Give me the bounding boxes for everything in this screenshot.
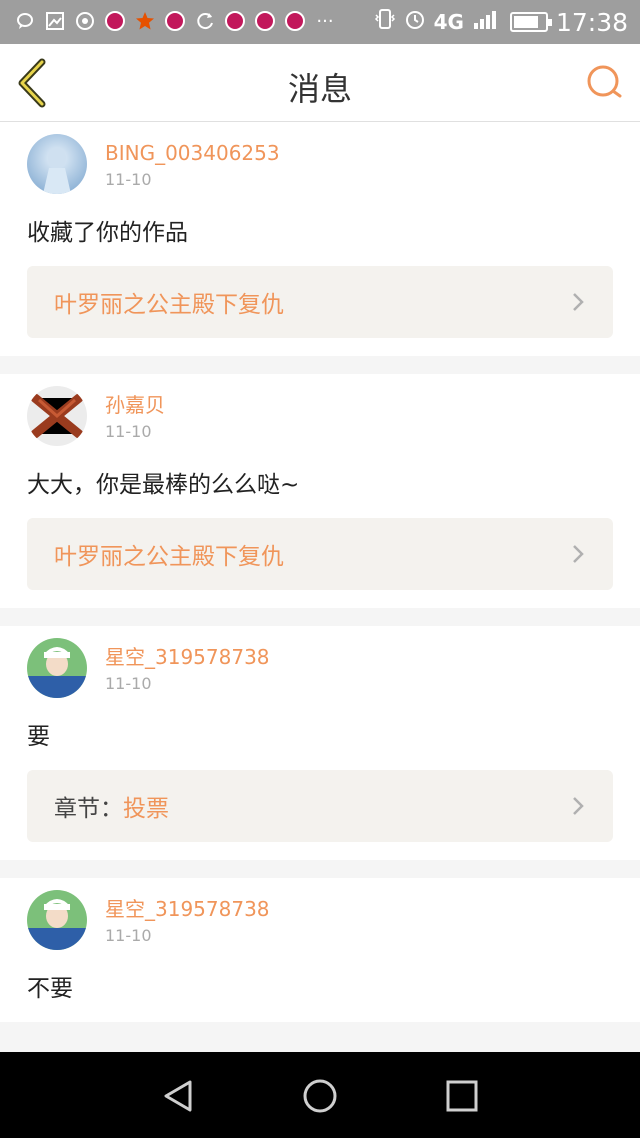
message-date: 11-10	[105, 422, 152, 441]
message-header: 星空_319578738 11-10	[27, 638, 613, 700]
app-badge-icon	[284, 10, 306, 32]
app-badge-icon	[164, 10, 186, 32]
message-text: 要	[27, 724, 50, 750]
link-label: 章节：	[54, 796, 123, 822]
app-badge-icon	[104, 10, 126, 32]
recents-square-icon[interactable]	[444, 1078, 480, 1114]
message-header: 孙嘉贝 11-10	[27, 386, 613, 448]
chevron-right-icon	[571, 795, 585, 817]
message-header: BING_003406253 11-10	[27, 134, 613, 196]
username[interactable]: 星空_319578738	[105, 896, 270, 922]
system-nav-bar	[0, 1052, 640, 1138]
notification-icons: ···	[14, 10, 336, 32]
message-date: 11-10	[105, 674, 152, 693]
message-date: 11-10	[105, 170, 152, 189]
chevron-right-icon	[571, 543, 585, 565]
star-icon	[134, 10, 156, 32]
link-title: 叶罗丽之公主殿下复仇	[54, 544, 284, 570]
message-date: 11-10	[105, 926, 152, 945]
network-type: 4G	[433, 10, 464, 34]
message-text: 不要	[27, 976, 73, 1002]
page-title: 消息	[287, 70, 352, 108]
message-text: 收藏了你的作品	[27, 220, 188, 246]
clock: 17:38	[555, 7, 628, 37]
chapter-link[interactable]: 章节： 投票	[27, 770, 613, 842]
signal-icon	[472, 7, 502, 37]
message-card: 孙嘉贝 11-10 大大，你是最棒的么么哒~ 叶罗丽之公主殿下复仇	[0, 374, 640, 608]
work-link[interactable]: 叶罗丽之公主殿下复仇	[27, 266, 613, 338]
avatar[interactable]	[27, 638, 87, 698]
sync-icon	[194, 10, 216, 32]
avatar[interactable]	[27, 134, 87, 194]
message-meta: 孙嘉贝 11-10	[105, 392, 165, 446]
message-card: 星空_319578738 11-10 不要	[0, 878, 640, 1022]
message-card: BING_003406253 11-10 收藏了你的作品 叶罗丽之公主殿下复仇	[0, 122, 640, 356]
vibrate-icon	[374, 7, 396, 37]
image-icon	[44, 10, 66, 32]
app-badge-icon	[254, 10, 276, 32]
search-icon[interactable]	[584, 62, 624, 102]
avatar[interactable]	[27, 386, 87, 446]
work-link[interactable]: 叶罗丽之公主殿下复仇	[27, 518, 613, 590]
status-bar: ··· 4G 17:38	[0, 0, 640, 44]
username[interactable]: 星空_319578738	[105, 644, 270, 670]
alarm-icon	[404, 8, 426, 36]
message-text: 大大，你是最棒的么么哒~	[27, 472, 300, 498]
message-card: 星空_319578738 11-10 要 章节： 投票	[0, 626, 640, 860]
battery-icon	[509, 12, 552, 32]
home-circle-icon[interactable]	[302, 1078, 338, 1114]
title-bar: 消息	[0, 44, 640, 122]
message-list[interactable]: BING_003406253 11-10 收藏了你的作品 叶罗丽之公主殿下复仇	[0, 122, 640, 1052]
app-badge-icon	[224, 10, 246, 32]
app-icon	[74, 10, 96, 32]
message-meta: 星空_319578738 11-10	[105, 896, 270, 950]
username[interactable]: 孙嘉贝	[105, 392, 165, 418]
status-right: 4G 17:38	[374, 0, 628, 44]
chevron-right-icon	[571, 291, 585, 313]
message-meta: BING_003406253 11-10	[105, 140, 280, 194]
more-icon: ···	[316, 10, 334, 32]
username[interactable]: BING_003406253	[105, 140, 280, 166]
message-header: 星空_319578738 11-10	[27, 890, 613, 952]
avatar[interactable]	[27, 890, 87, 950]
message-meta: 星空_319578738 11-10	[105, 644, 270, 698]
link-title: 叶罗丽之公主殿下复仇	[54, 292, 284, 318]
back-triangle-icon[interactable]	[160, 1078, 196, 1114]
chat-icon	[14, 10, 36, 32]
link-title: 投票	[123, 796, 169, 822]
